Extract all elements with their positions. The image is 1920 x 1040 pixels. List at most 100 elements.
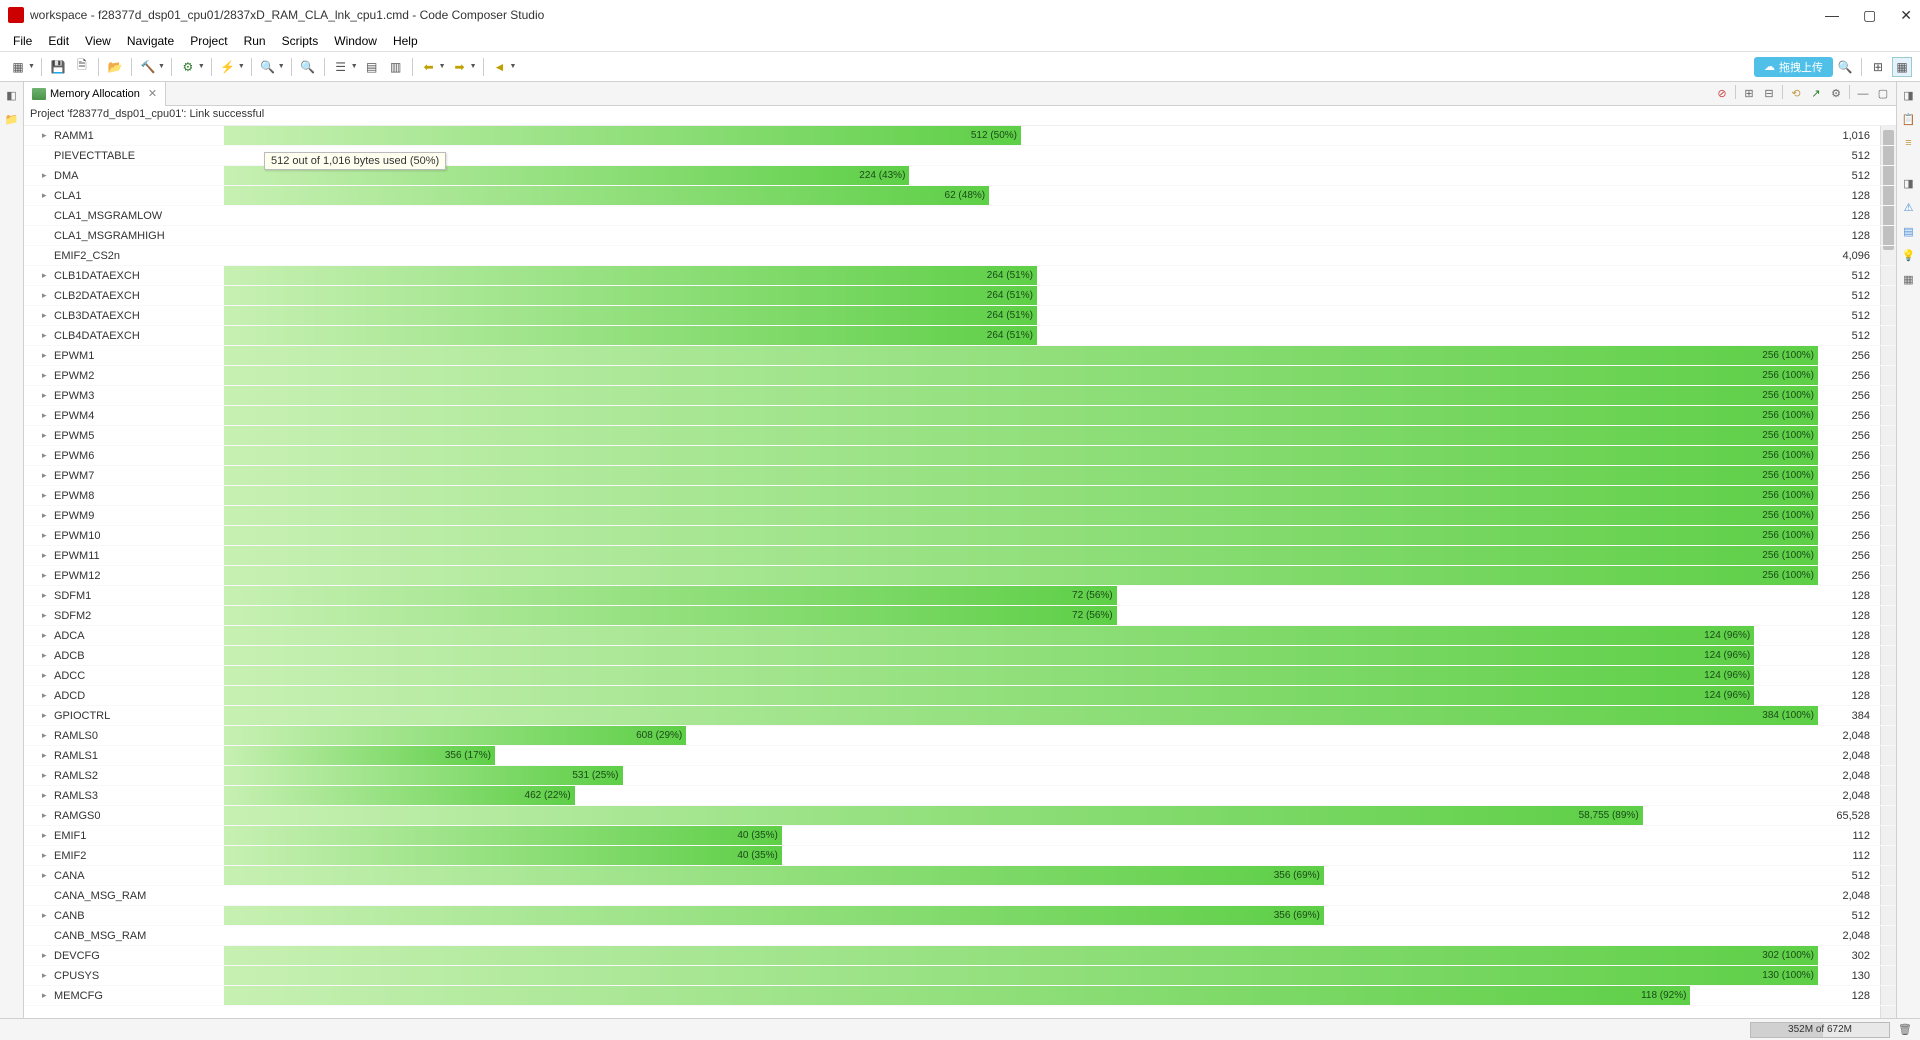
- nav-back-button[interactable]: ◄: [490, 57, 510, 77]
- expand-icon[interactable]: ▸: [42, 550, 47, 561]
- save-all-button[interactable]: 🗎: [72, 57, 92, 77]
- close-tab-icon[interactable]: ✕: [148, 87, 157, 100]
- dropdown-icon[interactable]: ▼: [470, 63, 477, 70]
- expand-icon[interactable]: ▸: [42, 970, 47, 981]
- memory-region-row[interactable]: ▸CLB2DATAEXCH264 (51%)512: [24, 286, 1896, 306]
- expand-icon[interactable]: ▸: [42, 470, 47, 481]
- expand-icon[interactable]: ▸: [42, 810, 47, 821]
- memory-region-row[interactable]: ▸RAMGS058,755 (89%)65,528: [24, 806, 1896, 826]
- advice-shortcut-icon[interactable]: 💡: [1900, 246, 1918, 264]
- memory-region-row[interactable]: ▸EPWM8256 (100%)256: [24, 486, 1896, 506]
- expand-icon[interactable]: ▸: [42, 350, 47, 361]
- expand-icon[interactable]: ▸: [42, 270, 47, 281]
- menu-navigate[interactable]: Navigate: [120, 32, 181, 50]
- restore-view-icon[interactable]: ◨: [1900, 174, 1918, 192]
- memory-region-row[interactable]: ▸CLA162 (48%)128: [24, 186, 1896, 206]
- minimize-button[interactable]: —: [1825, 7, 1839, 24]
- shortcut-icon[interactable]: ▦: [1900, 270, 1918, 288]
- menu-run[interactable]: Run: [237, 32, 273, 50]
- memory-region-row[interactable]: ▸CPUSYS130 (100%)130: [24, 966, 1896, 986]
- expand-icon[interactable]: ▸: [42, 870, 47, 881]
- expand-icon[interactable]: ▸: [42, 430, 47, 441]
- find-button[interactable]: 🔍: [298, 57, 318, 77]
- memory-region-row[interactable]: ▸RAMLS3462 (22%)2,048: [24, 786, 1896, 806]
- back-button[interactable]: ⬅: [419, 57, 439, 77]
- menu-scripts[interactable]: Scripts: [275, 32, 326, 50]
- dropdown-icon[interactable]: ▼: [278, 63, 285, 70]
- toggle-block-button[interactable]: ▤: [362, 57, 382, 77]
- cloud-upload-button[interactable]: ☁ 拖拽上传: [1754, 57, 1833, 77]
- restore-view-icon[interactable]: ◨: [1900, 86, 1918, 104]
- memory-region-row[interactable]: ▸EPWM12256 (100%)256: [24, 566, 1896, 586]
- build-button[interactable]: 🔨: [138, 57, 158, 77]
- console-shortcut-icon[interactable]: ▤: [1900, 222, 1918, 240]
- expand-all-icon[interactable]: ⊞: [1740, 85, 1758, 103]
- expand-icon[interactable]: ▸: [42, 450, 47, 461]
- memory-region-row[interactable]: ▸CLB1DATAEXCH264 (51%)512: [24, 266, 1896, 286]
- problems-shortcut-icon[interactable]: ⚠: [1900, 198, 1918, 216]
- collapse-all-icon[interactable]: ⊟: [1760, 85, 1778, 103]
- memory-region-row[interactable]: ▸RAMLS0608 (29%)2,048: [24, 726, 1896, 746]
- memory-region-row[interactable]: ▸EPWM9256 (100%)256: [24, 506, 1896, 526]
- expand-icon[interactable]: ▸: [42, 910, 47, 921]
- memory-region-row[interactable]: ▸ADCD124 (96%)128: [24, 686, 1896, 706]
- settings-icon[interactable]: ⚙: [1827, 85, 1845, 103]
- memory-region-row[interactable]: ▸EPWM7256 (100%)256: [24, 466, 1896, 486]
- expand-icon[interactable]: ▸: [42, 990, 47, 1001]
- new-button[interactable]: ▦: [8, 57, 28, 77]
- memory-region-row[interactable]: ▸CLB3DATAEXCH264 (51%)512: [24, 306, 1896, 326]
- menu-view[interactable]: View: [78, 32, 118, 50]
- expand-icon[interactable]: ▸: [42, 570, 47, 581]
- expand-icon[interactable]: ▸: [42, 390, 47, 401]
- memory-region-row[interactable]: ▸EPWM11256 (100%)256: [24, 546, 1896, 566]
- expand-icon[interactable]: ▸: [42, 630, 47, 641]
- maximize-button[interactable]: ▢: [1863, 7, 1876, 24]
- memory-region-row[interactable]: ▸RAMLS1356 (17%)2,048: [24, 746, 1896, 766]
- dropdown-icon[interactable]: ▼: [510, 63, 517, 70]
- dropdown-icon[interactable]: ▼: [351, 63, 358, 70]
- dropdown-icon[interactable]: ▼: [238, 63, 245, 70]
- memory-region-row[interactable]: ▸ADCA124 (96%)128: [24, 626, 1896, 646]
- memory-region-row[interactable]: ▸EPWM1256 (100%)256: [24, 346, 1896, 366]
- open-button[interactable]: 📂: [105, 57, 125, 77]
- dropdown-icon[interactable]: ▼: [158, 63, 165, 70]
- expand-icon[interactable]: ▸: [42, 190, 47, 201]
- expand-icon[interactable]: ▸: [42, 530, 47, 541]
- dropdown-icon[interactable]: ▼: [439, 63, 446, 70]
- memory-region-row[interactable]: ▸EPWM6256 (100%)256: [24, 446, 1896, 466]
- expand-icon[interactable]: ▸: [42, 410, 47, 421]
- expand-icon[interactable]: ▸: [42, 770, 47, 781]
- memory-region-row[interactable]: ▸RAMLS2531 (25%)2,048: [24, 766, 1896, 786]
- dropdown-icon[interactable]: ▼: [28, 63, 35, 70]
- memory-region-row[interactable]: ▸CANA356 (69%)512: [24, 866, 1896, 886]
- search-button[interactable]: 🔍: [258, 57, 278, 77]
- memory-region-row[interactable]: ▸DEVCFG302 (100%)302: [24, 946, 1896, 966]
- flash-button[interactable]: ⚡: [218, 57, 238, 77]
- memory-region-row[interactable]: ▸EPWM3256 (100%)256: [24, 386, 1896, 406]
- shortcut-icon[interactable]: ≡: [1900, 134, 1918, 152]
- expand-icon[interactable]: ▸: [42, 670, 47, 681]
- memory-region-row[interactable]: ▸EPWM2256 (100%)256: [24, 366, 1896, 386]
- expand-icon[interactable]: ▸: [42, 690, 47, 701]
- expand-icon[interactable]: ▸: [42, 610, 47, 621]
- memory-region-row[interactable]: ▸CLB4DATAEXCH264 (51%)512: [24, 326, 1896, 346]
- expand-icon[interactable]: ▸: [42, 130, 47, 141]
- minimize-view-icon[interactable]: —: [1854, 85, 1872, 103]
- memory-region-row[interactable]: ▸EPWM10256 (100%)256: [24, 526, 1896, 546]
- expand-icon[interactable]: ▸: [42, 290, 47, 301]
- memory-region-row[interactable]: CANA_MSG_RAM2,048: [24, 886, 1896, 906]
- gc-trash-icon[interactable]: 🗑: [1898, 1023, 1912, 1037]
- memory-region-row[interactable]: EMIF2_CS2n4,096: [24, 246, 1896, 266]
- dropdown-icon[interactable]: ▼: [198, 63, 205, 70]
- menu-window[interactable]: Window: [327, 32, 384, 50]
- expand-icon[interactable]: ▸: [42, 950, 47, 961]
- memory-region-row[interactable]: ▸GPIOCTRL384 (100%)384: [24, 706, 1896, 726]
- memory-region-row[interactable]: ▸SDFM172 (56%)128: [24, 586, 1896, 606]
- expand-icon[interactable]: ▸: [42, 730, 47, 741]
- expand-icon[interactable]: ▸: [42, 830, 47, 841]
- expand-icon[interactable]: ▸: [42, 850, 47, 861]
- expand-icon[interactable]: ▸: [42, 370, 47, 381]
- menu-project[interactable]: Project: [183, 32, 234, 50]
- memory-allocation-chart[interactable]: 512 out of 1,016 bytes used (50%) ▸RAMM1…: [24, 126, 1896, 1018]
- toggle-comment-button[interactable]: ☰: [331, 57, 351, 77]
